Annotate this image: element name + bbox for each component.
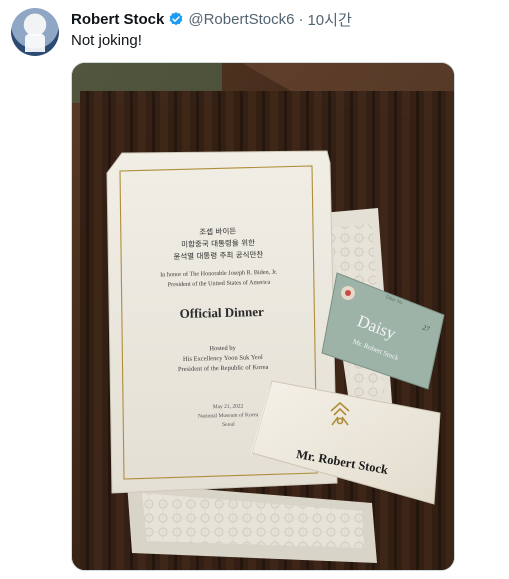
tweet-text: Not joking!	[71, 32, 142, 49]
verified-badge-icon	[168, 11, 184, 27]
separator-dot: ·	[298, 10, 304, 28]
tweet-photo[interactable]: 조셉 바이든 미합중국 대통령을 위한 윤석열 대통령 주최 공식만찬 In h…	[71, 62, 455, 571]
tweet-timestamp[interactable]: 10시간	[307, 9, 351, 30]
author-avatar[interactable]	[11, 8, 59, 56]
tweet-header: Robert Stock @RobertStock6 · 10시간	[71, 9, 352, 29]
author-name[interactable]: Robert Stock	[71, 11, 164, 28]
photo-scene	[72, 63, 454, 570]
author-handle[interactable]: @RobertStock6	[188, 11, 294, 28]
